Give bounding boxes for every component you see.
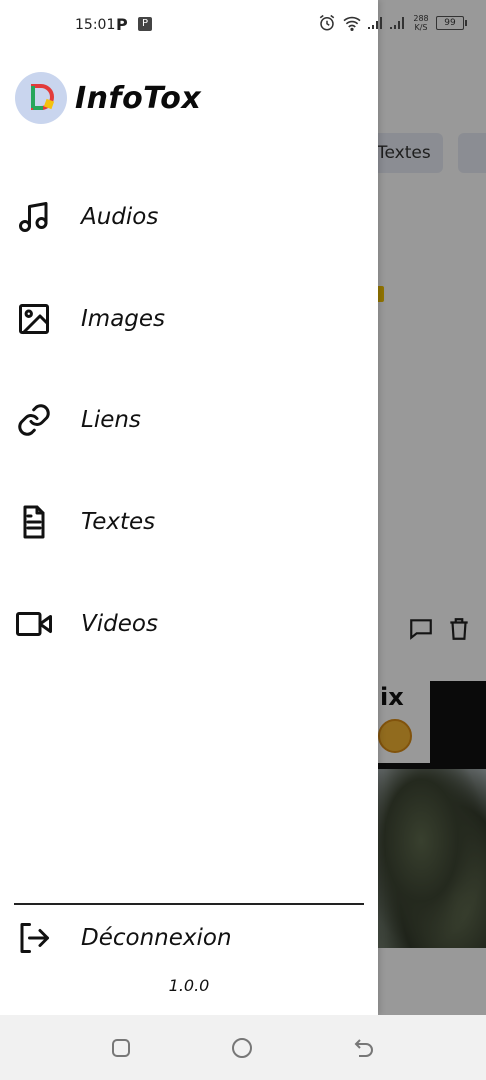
wifi-icon bbox=[343, 16, 361, 31]
menu-item-liens[interactable]: Liens bbox=[0, 380, 378, 460]
recents-button[interactable] bbox=[109, 1036, 133, 1060]
document-icon bbox=[14, 502, 54, 542]
battery-level: 99 bbox=[444, 18, 456, 28]
menu-item-label: Textes bbox=[81, 509, 156, 535]
link-icon bbox=[14, 400, 54, 440]
notification-powerpoint-icon: P bbox=[138, 17, 152, 31]
network-speed-unit: K/S bbox=[414, 23, 428, 32]
network-speed: 288 K/S bbox=[412, 14, 430, 32]
menu-item-textes[interactable]: Textes bbox=[0, 482, 378, 562]
recents-icon bbox=[112, 1039, 130, 1057]
logout-icon bbox=[14, 918, 54, 958]
menu-item-label: Liens bbox=[81, 407, 141, 433]
battery-icon: 99 bbox=[436, 16, 467, 30]
menu-item-label: Images bbox=[81, 306, 166, 332]
alarm-icon bbox=[319, 14, 335, 31]
menu-item-audios[interactable]: Audios bbox=[0, 177, 378, 257]
home-button[interactable] bbox=[230, 1036, 254, 1060]
status-bar: 15:01 P P 288 K/S 99 bbox=[0, 0, 486, 54]
video-camera-icon bbox=[14, 604, 54, 644]
menu-item-images[interactable]: Images bbox=[0, 279, 378, 359]
menu-item-label: Videos bbox=[81, 611, 158, 637]
app-version: 1.0.0 bbox=[168, 976, 210, 995]
drawer-header: InfoTox bbox=[15, 72, 201, 124]
back-button[interactable] bbox=[352, 1036, 376, 1060]
logout-button[interactable]: Déconnexion bbox=[0, 898, 378, 978]
app-name: InfoTox bbox=[75, 80, 202, 116]
music-note-icon bbox=[14, 197, 54, 237]
signal-strength-2-icon bbox=[390, 17, 404, 29]
network-speed-value: 288 bbox=[413, 14, 429, 23]
status-indicators: 288 K/S 99 bbox=[318, 14, 467, 32]
app-logo-icon bbox=[15, 72, 67, 124]
status-time: 15:01 bbox=[75, 17, 116, 33]
signal-strength-icon bbox=[368, 17, 382, 29]
notification-p-icon: P bbox=[116, 15, 128, 34]
image-icon bbox=[14, 299, 54, 339]
back-icon bbox=[354, 1039, 373, 1057]
menu-item-label: Audios bbox=[81, 204, 159, 230]
home-icon bbox=[232, 1038, 252, 1058]
system-navigation-bar bbox=[0, 1015, 486, 1080]
navigation-drawer: InfoTox Audios Images Liens Textes Video… bbox=[0, 0, 378, 1015]
logout-label: Déconnexion bbox=[81, 925, 232, 951]
menu-item-videos[interactable]: Videos bbox=[0, 584, 378, 664]
